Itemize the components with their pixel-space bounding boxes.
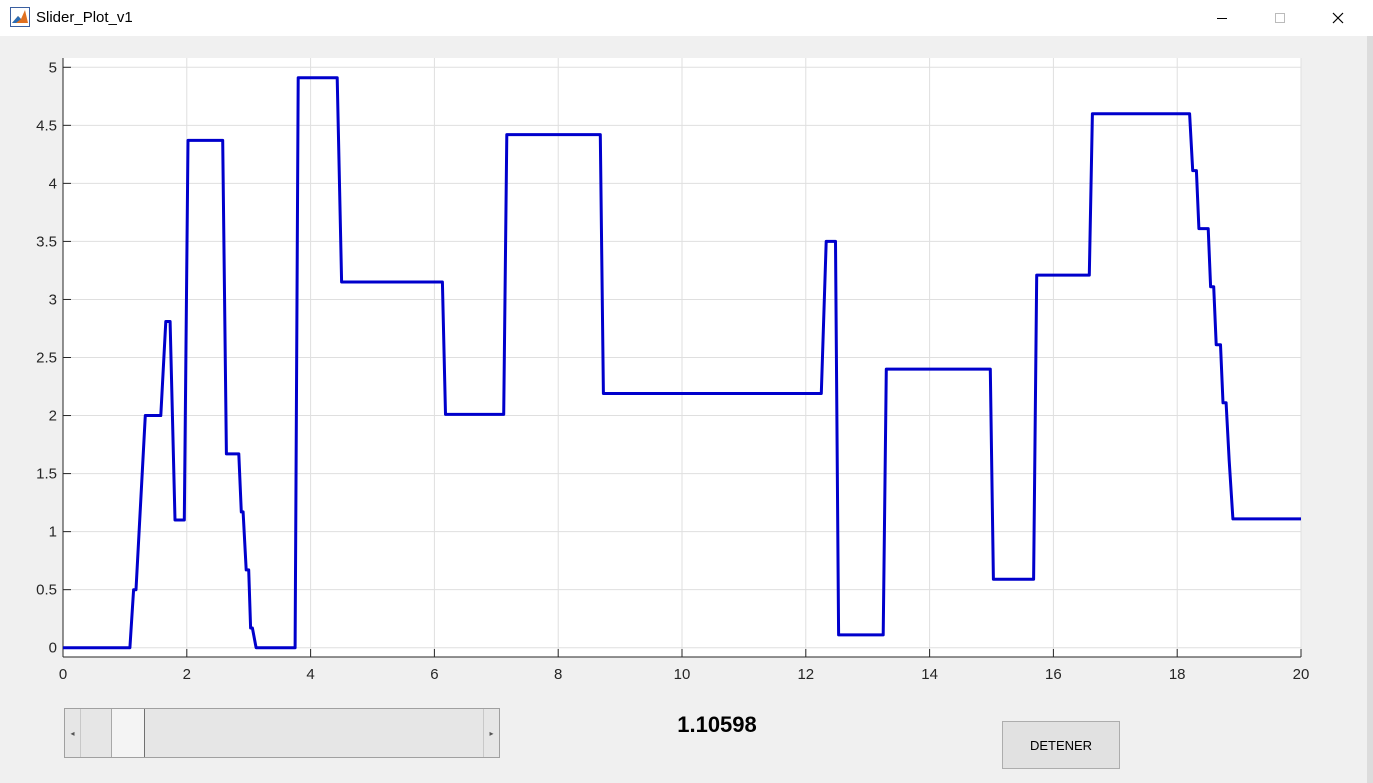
y-tick-label: 0: [49, 640, 57, 657]
stop-button[interactable]: DETENER: [1002, 721, 1120, 769]
y-tick-label: 4.5: [36, 117, 57, 134]
window-edge: [1367, 36, 1373, 783]
y-tick-label: 3: [49, 291, 57, 308]
close-icon: [1332, 12, 1344, 24]
window-title: Slider_Plot_v1: [36, 9, 133, 26]
x-tick-label: 18: [1169, 666, 1186, 683]
x-tick-label: 16: [1045, 666, 1062, 683]
y-tick-label: 2: [49, 408, 57, 425]
maximize-icon: [1275, 13, 1285, 23]
x-tick-label: 20: [1293, 666, 1310, 683]
minimize-icon: [1217, 18, 1227, 19]
app-window: Slider_Plot_v1 0 2 4 6 8 10 12 14 16 18 20 0 0.5 1 1.5…: [0, 0, 1373, 783]
plot-axes: 0 2 4 6 8 10 12 14 16 18 20 0 0.5 1 1.5 2 2.5 3 3.5 4 4.5 5: [36, 58, 1310, 683]
y-tick-label: 1.5: [36, 466, 57, 483]
x-tick-label: 0: [59, 666, 67, 683]
y-tick-label: 4: [49, 175, 57, 192]
slider-left-arrow[interactable]: ◂: [65, 709, 81, 757]
slider-thumb[interactable]: [111, 709, 146, 757]
y-tick-label: 1: [49, 524, 57, 541]
matlab-icon: [10, 7, 30, 27]
y-tick-label: 3.5: [36, 233, 57, 250]
x-tick-label: 4: [306, 666, 314, 683]
close-button[interactable]: [1310, 0, 1366, 36]
maximize-button[interactable]: [1252, 0, 1308, 36]
slider-right-arrow[interactable]: ▸: [483, 709, 499, 757]
title-bar: Slider_Plot_v1: [0, 0, 1373, 36]
value-readout: 1.10598: [677, 712, 757, 737]
x-tick-label: 12: [797, 666, 814, 683]
caret-right-icon: ▸: [489, 728, 494, 738]
x-tick-label: 8: [554, 666, 562, 683]
y-tick-label: 5: [49, 59, 57, 76]
y-tick-label: 0.5: [36, 582, 57, 599]
x-tick-label: 2: [183, 666, 191, 683]
caret-left-icon: ◂: [70, 728, 75, 738]
x-tick-label: 6: [430, 666, 438, 683]
x-tick-label: 10: [674, 666, 691, 683]
minimize-button[interactable]: [1194, 0, 1250, 36]
x-tick-label: 14: [921, 666, 938, 683]
y-tick-label: 2.5: [36, 350, 57, 367]
value-slider[interactable]: ◂ ▸: [64, 708, 500, 758]
